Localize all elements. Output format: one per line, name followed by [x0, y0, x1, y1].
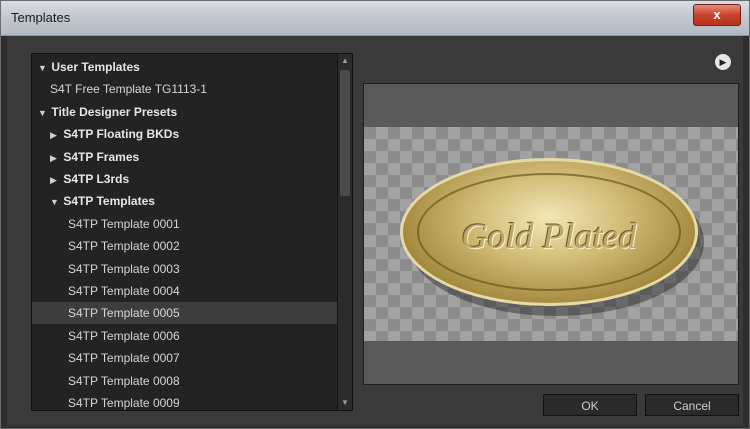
tree-item-label: S4TP Template 0009	[68, 396, 180, 410]
window-title: Templates	[11, 10, 71, 25]
tree-item[interactable]: S4T Free Template TG1113-1	[32, 78, 352, 100]
scroll-up-arrow-icon[interactable]: ▲	[338, 54, 352, 68]
tree-item-label: Title Designer Presets	[51, 104, 178, 119]
tree-scrollbar[interactable]: ▲ ▼	[337, 54, 352, 410]
tree-item[interactable]: S4TP Template 0003	[32, 258, 352, 280]
tree-item[interactable]: S4TP Template 0006	[32, 325, 352, 347]
tree-item[interactable]: S4TP Template 0004	[32, 280, 352, 302]
triangle-down-icon[interactable]: ▼	[50, 191, 60, 213]
tree-item[interactable]: S4TP Template 0005	[32, 302, 352, 325]
tree-item-label: S4TP Template 0001	[68, 216, 180, 231]
tree-item-label: S4TP Template 0007	[68, 351, 180, 366]
triangle-down-icon[interactable]: ▼	[38, 102, 48, 124]
templates-dialog: Templates x S4TP Template 0009 S4TP Templ…	[0, 0, 750, 429]
tree-item-label: S4TP Template 0005	[68, 306, 180, 321]
tree-item-label: S4TP Template 0006	[68, 328, 180, 343]
tree-item-label: S4TP Template 0004	[68, 284, 180, 298]
tree-item[interactable]: ▶ S4TP Floating BKDs	[32, 123, 352, 146]
tree-item[interactable]: ▼ User Templates	[32, 56, 342, 78]
cancel-button[interactable]: Cancel	[645, 394, 739, 416]
dialog-body: S4TP Template 0009 S4TP Template 0008 S4TP…	[7, 36, 743, 426]
tree-item[interactable]: ▶ S4TP Frames	[32, 146, 352, 169]
tree-item[interactable]: S4TP Template 0002	[32, 235, 352, 257]
play-circle-icon[interactable]: ▶	[715, 54, 731, 70]
tree-item[interactable]: ▼ S4TP Templates	[32, 190, 352, 213]
preview-title-text: Gold Plated	[461, 216, 637, 256]
tree-item-label: S4TP Frames	[63, 149, 140, 164]
scroll-thumb[interactable]	[340, 70, 350, 196]
tree-item-label: S4TP Templates	[63, 194, 155, 209]
tree-item-label: S4TP Template 0008	[68, 373, 180, 388]
gold-oval-graphic: Gold Plated	[400, 158, 698, 306]
tree-item-label: User Templates	[51, 60, 140, 74]
tree-item-label: S4TP L3rds	[63, 172, 130, 186]
tree-item[interactable]: S4TP Template 0008	[32, 370, 352, 392]
tree-item-label: S4T Free Template TG1113-1	[50, 82, 207, 97]
tree-item[interactable]: S4TP Template 0007	[32, 347, 352, 369]
tree-item[interactable]: ▶ S4TP L3rds	[32, 168, 352, 191]
tree-item-label: S4TP Template 0002	[68, 239, 180, 254]
triangle-right-icon[interactable]: ▶	[50, 124, 60, 146]
tree-item[interactable]: S4TP Template 0001	[32, 213, 352, 235]
triangle-right-icon[interactable]: ▶	[50, 147, 60, 169]
tree-item[interactable]: ▼ Title Designer Presets	[32, 101, 342, 123]
tree-item[interactable]: S4TP Template 0009	[32, 392, 352, 410]
ok-button[interactable]: OK	[543, 394, 637, 416]
triangle-right-icon[interactable]: ▶	[50, 169, 60, 191]
tree-item-label: S4TP Floating BKDs	[63, 127, 180, 142]
title-bar[interactable]: Templates x	[1, 1, 749, 36]
template-preview: Gold Plated	[363, 83, 739, 385]
tree-item-label: S4TP Template 0003	[68, 261, 180, 276]
close-button[interactable]: x	[693, 4, 741, 26]
template-tree: S4TP Template 0009 S4TP Template 0008 S4TP…	[31, 53, 353, 411]
scroll-down-arrow-icon[interactable]: ▼	[338, 396, 352, 410]
triangle-down-icon[interactable]: ▼	[38, 57, 48, 79]
